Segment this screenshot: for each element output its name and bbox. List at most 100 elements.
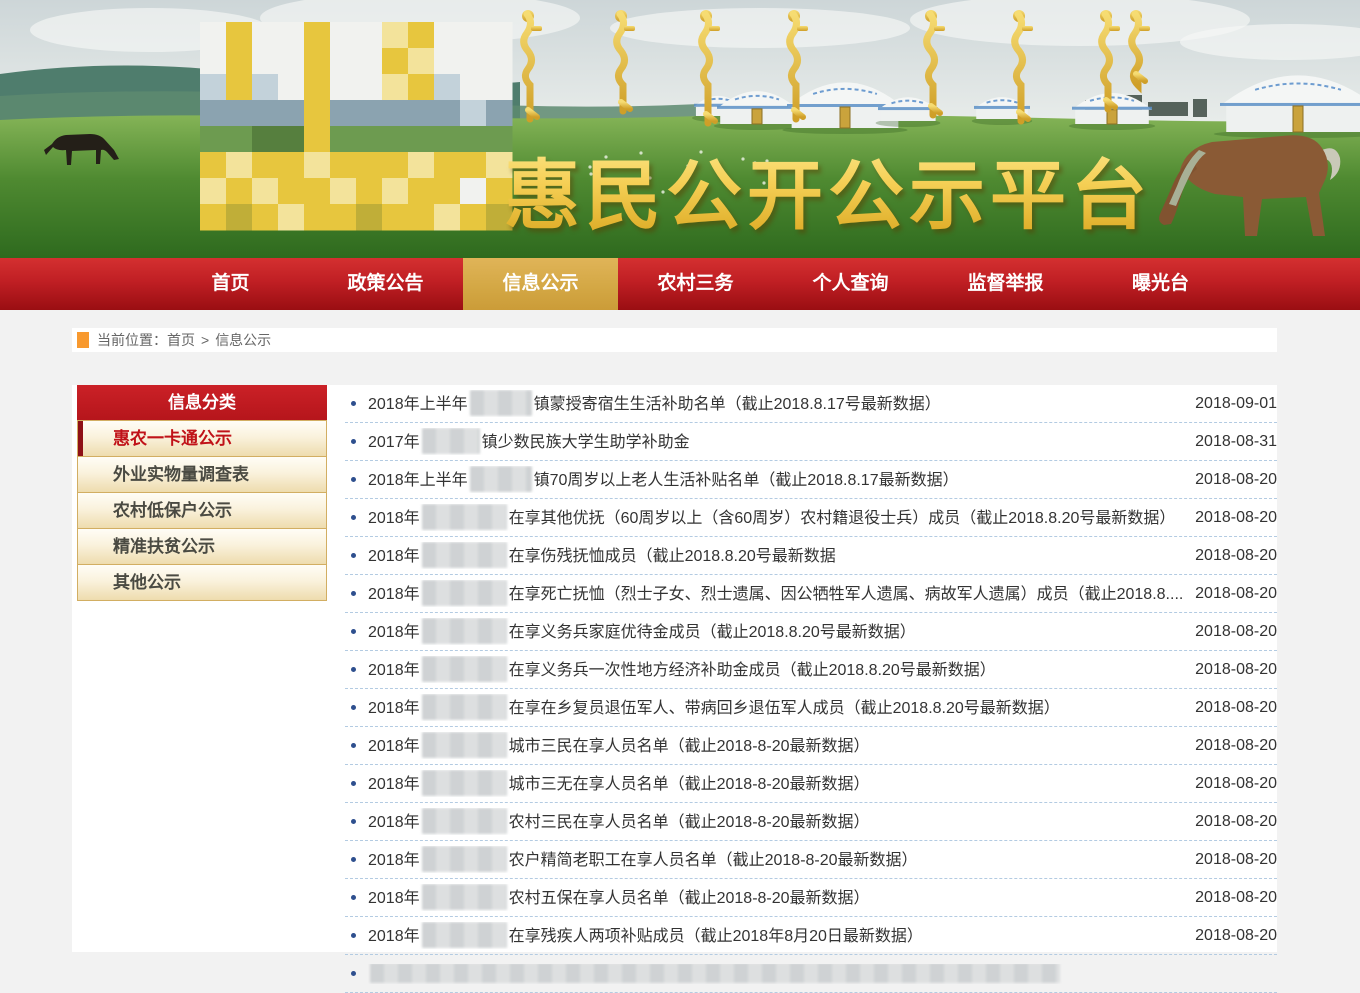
list-item[interactable]: 2018年在享其他优抚（60周岁以上（含60周岁）农村籍退役士兵）成员（截止20…	[345, 499, 1277, 537]
bullet-icon	[351, 895, 356, 900]
list-item-title: 2018年农户精简老职工在享人员名单（截止2018-8-20最新数据）	[368, 846, 1183, 874]
nav-tab-exposure-platform[interactable]: 曝光台	[1083, 258, 1238, 310]
list-item-date: 2018-08-20	[1195, 585, 1277, 603]
list-item-title: 2018年农村三民在享人员名单（截止2018-8-20最新数据）	[368, 808, 1183, 836]
nav-tab-personal-query[interactable]: 个人查询	[773, 258, 928, 310]
nav-tab-home[interactable]: 首页	[153, 258, 308, 310]
breadcrumb-label: 当前位置：	[97, 330, 167, 350]
sidebar-item-huinong-card-disclosure[interactable]: 惠农一卡通公示	[77, 420, 327, 457]
list-item-date: 2018-08-20	[1195, 699, 1277, 717]
list-item-title: 2018年城市三民在享人员名单（截止2018-8-20最新数据）	[368, 732, 1183, 760]
nav-tab-supervision-report[interactable]: 监督举报	[928, 258, 1083, 310]
list-item[interactable]: 2018年上半年镇蒙授寄宿生生活补助名单（截止2018.8.17号最新数据） 20…	[345, 385, 1277, 423]
list-item-date: 2018-08-31	[1195, 433, 1277, 451]
breadcrumb-home-link[interactable]: 首页	[167, 330, 195, 350]
bullet-icon	[351, 477, 356, 482]
bullet-icon	[351, 553, 356, 558]
bullet-icon	[351, 781, 356, 786]
censored-town-name	[422, 428, 480, 454]
list-item-date: 2018-08-20	[1195, 737, 1277, 755]
bullet-icon	[351, 857, 356, 862]
nav-tab-rural-three-affairs[interactable]: 农村三务	[618, 258, 773, 310]
list-item-title: 2018年农村五保在享人员名单（截止2018-8-20最新数据）	[368, 884, 1183, 912]
bullet-icon	[351, 439, 356, 444]
list-item-date: 2018-08-20	[1195, 889, 1277, 907]
list-item-title	[368, 964, 1265, 984]
nav-tab-policy-announcements[interactable]: 政策公告	[308, 258, 463, 310]
list-item-date: 2018-08-20	[1195, 813, 1277, 831]
bullet-icon	[351, 515, 356, 520]
list-item-title: 2018年上半年镇70周岁以上老人生活补贴名单（截止2018.8.17最新数据）	[368, 466, 1183, 494]
sidebar-header: 信息分类	[77, 385, 327, 421]
banner-title: 惠民公开公示平台	[504, 134, 1152, 244]
sidebar-item-targeted-poverty-disclosure[interactable]: 精准扶贫公示	[77, 528, 327, 565]
site-banner: 惠民公开公示平台	[0, 0, 1360, 258]
list-item[interactable]: 2018年农村三民在享人员名单（截止2018-8-20最新数据） 2018-08-…	[345, 803, 1277, 841]
bullet-icon	[351, 933, 356, 938]
sidebar-item-other-disclosure[interactable]: 其他公示	[77, 564, 327, 601]
censored-town-name	[422, 808, 507, 834]
censored-town-name	[422, 846, 507, 872]
list-item[interactable]: 2018年在享死亡抚恤（烈士子女、烈士遗属、因公牺牲军人遗属、病故军人遗属）成员…	[345, 575, 1277, 613]
list-item[interactable]: 2018年在享义务兵一次性地方经济补助金成员（截止2018.8.20号最新数据）…	[345, 651, 1277, 689]
list-item-title: 2018年在享残疾人两项补贴成员（截止2018年8月20日最新数据）	[368, 922, 1183, 950]
sidebar-item-field-survey-table[interactable]: 外业实物量调查表	[77, 456, 327, 493]
list-item[interactable]: 2018年在享义务兵家庭优待金成员（截止2018.8.20号最新数据） 2018-…	[345, 613, 1277, 651]
bullet-icon	[351, 971, 356, 976]
list-item[interactable]: 2018年上半年镇70周岁以上老人生活补贴名单（截止2018.8.17最新数据）…	[345, 461, 1277, 499]
censored-town-name	[470, 390, 532, 416]
sidebar-items: 惠农一卡通公示外业实物量调查表农村低保户公示精准扶贫公示其他公示	[77, 420, 327, 601]
list-item[interactable]: 2018年农村五保在享人员名单（截止2018-8-20最新数据） 2018-08-…	[345, 879, 1277, 917]
bullet-icon	[351, 705, 356, 710]
list-item-title: 2018年在享义务兵一次性地方经济补助金成员（截止2018.8.20号最新数据）	[368, 656, 1183, 684]
bullet-icon	[351, 591, 356, 596]
censored-partial-row	[370, 964, 1060, 983]
list-item-date: 2018-08-20	[1195, 623, 1277, 641]
censored-town-name	[422, 504, 507, 530]
nav-tab-information-disclosure[interactable]: 信息公示	[463, 258, 618, 310]
breadcrumb: 当前位置： 首页 > 信息公示	[72, 328, 1277, 352]
censored-town-name	[422, 542, 507, 568]
list-item-title: 2018年在享死亡抚恤（烈士子女、烈士遗属、因公牺牲军人遗属、病故军人遗属）成员…	[368, 580, 1183, 608]
censored-town-name	[422, 694, 507, 720]
announcement-list: 2018年上半年镇蒙授寄宿生生活补助名单（截止2018.8.17号最新数据） 20…	[345, 385, 1277, 993]
nav-tabs: 首页政策公告信息公示农村三务个人查询监督举报曝光台	[153, 258, 1360, 310]
censored-town-name	[422, 884, 507, 910]
bullet-icon	[351, 819, 356, 824]
list-item-title: 2018年在享义务兵家庭优待金成员（截止2018.8.20号最新数据）	[368, 618, 1183, 646]
list-item[interactable]: 2018年在享残疾人两项补贴成员（截止2018年8月20日最新数据）2018-0…	[345, 917, 1277, 955]
list-item[interactable]: 2017年镇少数民族大学生助学补助金 2018-08-31	[345, 423, 1277, 461]
bullet-icon	[351, 667, 356, 672]
sidebar: 信息分类 惠农一卡通公示外业实物量调查表农村低保户公示精准扶贫公示其他公示	[77, 385, 327, 601]
censored-town-name	[470, 466, 532, 492]
list-item-title: 2018年在享在乡复员退伍军人、带病回乡退伍军人成员（截止2018.8.20号最…	[368, 694, 1183, 722]
bullet-icon	[351, 629, 356, 634]
censored-town-name	[422, 618, 507, 644]
list-item-title: 2017年镇少数民族大学生助学补助金	[368, 428, 1183, 456]
list-item-date: 2018-08-20	[1195, 547, 1277, 565]
breadcrumb-separator: >	[201, 332, 209, 348]
list-item-title: 2018年上半年镇蒙授寄宿生生活补助名单（截止2018.8.17号最新数据）	[368, 390, 1183, 418]
list-item[interactable]: 2018年农户精简老职工在享人员名单（截止2018-8-20最新数据）2018-…	[345, 841, 1277, 879]
sidebar-item-rural-subsistence-disclosure[interactable]: 农村低保户公示	[77, 492, 327, 529]
list-item-date: 2018-09-01	[1195, 395, 1277, 413]
list-item[interactable]: 2018年城市三民在享人员名单（截止2018-8-20最新数据） 2018-08-…	[345, 727, 1277, 765]
list-item[interactable]: 2018年城市三无在享人员名单（截止2018-8-20最新数据）2018-08-…	[345, 765, 1277, 803]
list-item[interactable]	[345, 955, 1277, 993]
content-area: 信息分类 惠农一卡通公示外业实物量调查表农村低保户公示精准扶贫公示其他公示 20…	[72, 385, 1277, 952]
censored-town-name	[422, 580, 507, 606]
list-item-title: 2018年在享伤残抚恤成员（截止2018.8.20号最新数据	[368, 542, 1183, 570]
breadcrumb-marker-icon	[77, 332, 89, 348]
list-item[interactable]: 2018年在享在乡复员退伍军人、带病回乡退伍军人成员（截止2018.8.20号最…	[345, 689, 1277, 727]
censored-town-name	[422, 656, 507, 682]
list-item-date: 2018-08-20	[1195, 775, 1277, 793]
list-item[interactable]: 2018年在享伤残抚恤成员（截止2018.8.20号最新数据 2018-08-20	[345, 537, 1277, 575]
censored-town-name	[422, 732, 507, 758]
main-nav: 首页政策公告信息公示农村三务个人查询监督举报曝光台	[0, 258, 1360, 310]
list-item-date: 2018-08-20	[1195, 509, 1277, 527]
censored-site-name-mosaic	[200, 22, 513, 231]
bullet-icon	[351, 401, 356, 406]
list-item-title: 2018年在享其他优抚（60周岁以上（含60周岁）农村籍退役士兵）成员（截止20…	[368, 504, 1183, 532]
list-item-date: 2018-08-20	[1195, 661, 1277, 679]
bullet-icon	[351, 743, 356, 748]
